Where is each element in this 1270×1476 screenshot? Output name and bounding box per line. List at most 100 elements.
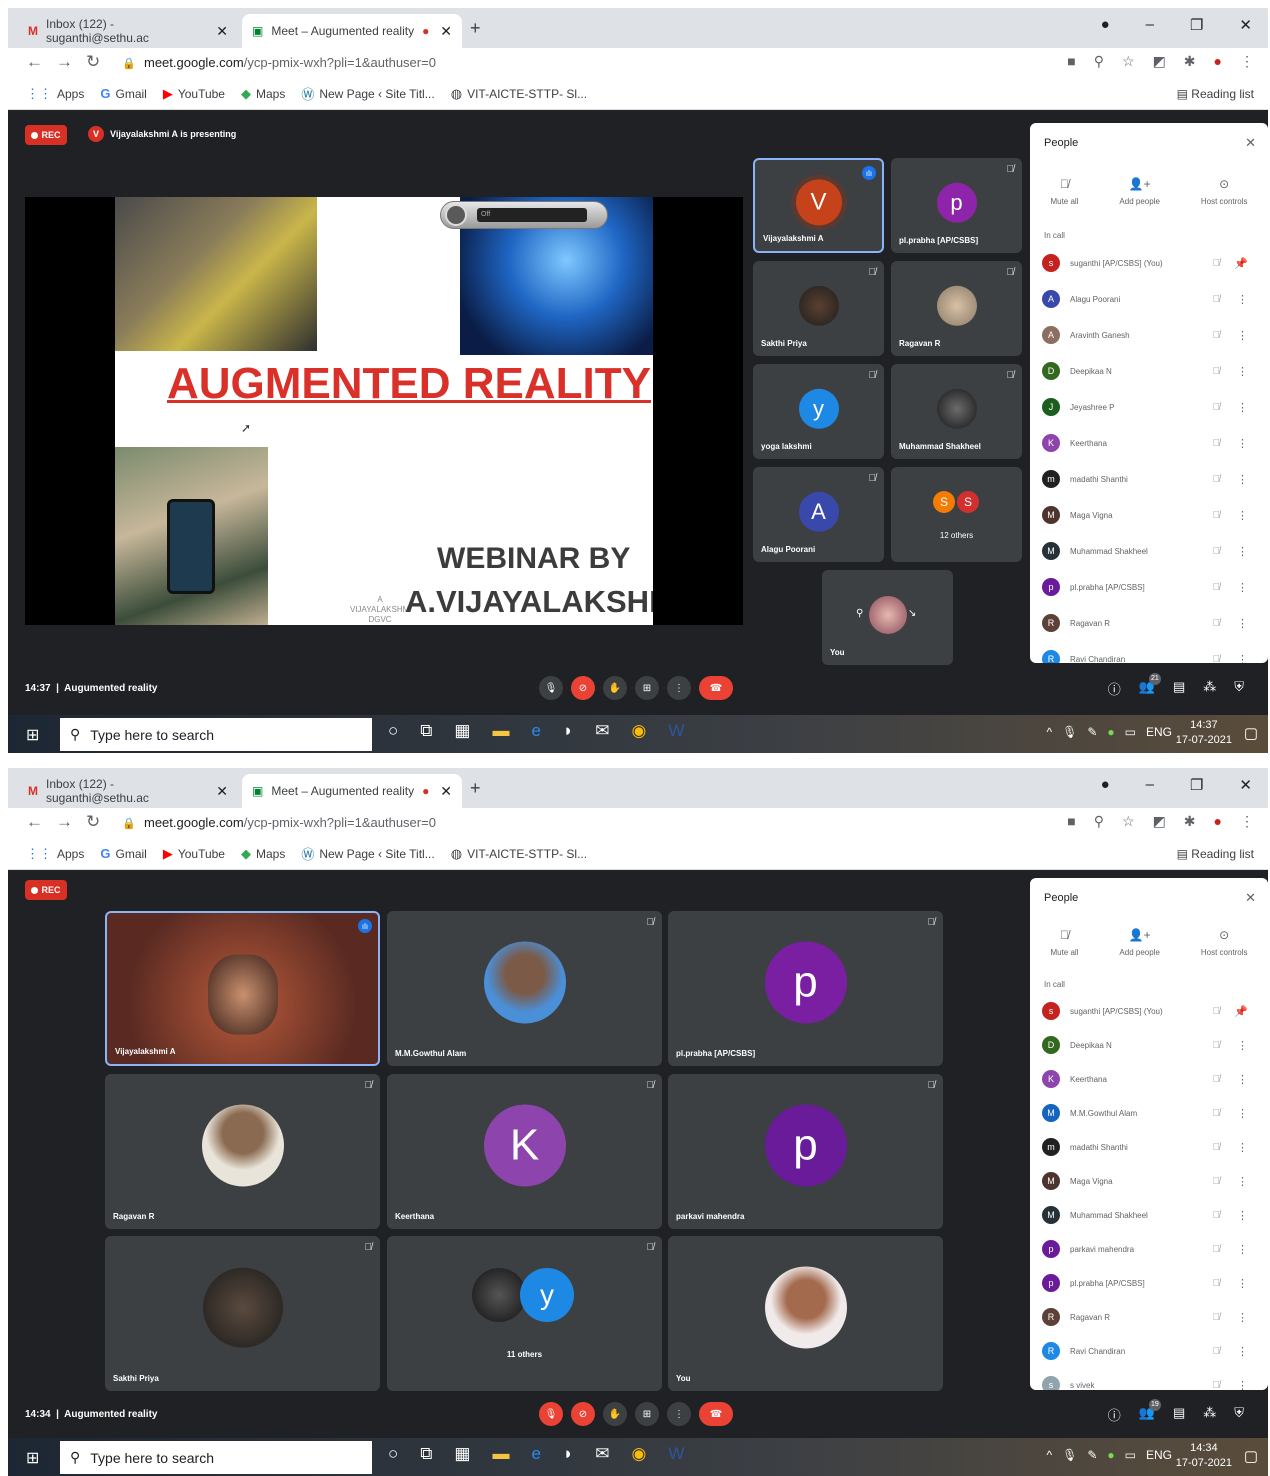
battery-icon[interactable]: ▭ bbox=[1125, 1448, 1136, 1462]
language-indicator[interactable]: ENG bbox=[1146, 725, 1172, 739]
profile-menu-icon[interactable]: ● bbox=[1101, 776, 1110, 794]
participant-row[interactable]: m madathi Shanthi 🎙̸ ⋮ bbox=[1030, 461, 1268, 497]
chat-icon[interactable]: ▤ bbox=[1173, 1405, 1185, 1424]
raise-hand-icon[interactable]: ✋ bbox=[603, 1402, 627, 1426]
participant-row[interactable]: R Ragavan R 🎙̸ ⋮ bbox=[1030, 1300, 1268, 1334]
mic-icon[interactable]: 🎙 bbox=[539, 676, 563, 700]
more-options-icon[interactable]: ⋮ bbox=[1237, 1141, 1248, 1154]
mic-off-icon[interactable]: 🎙̸ bbox=[1213, 1108, 1221, 1119]
more-options-icon[interactable]: ⋮ bbox=[1237, 1345, 1248, 1358]
activities-icon[interactable]: ⁂ bbox=[1203, 1405, 1216, 1424]
mute-all-button[interactable]: 🎙̸ Mute all bbox=[1050, 177, 1078, 206]
participant-tile[interactable]: ılı Vijayalakshmi A bbox=[105, 911, 380, 1066]
participant-tile[interactable]: 🎙̸ Ragavan R bbox=[105, 1074, 380, 1229]
mail-icon[interactable]: ✉ bbox=[595, 721, 609, 741]
bookmark-youtube[interactable]: ▶ YouTube bbox=[163, 846, 225, 862]
participant-tile[interactable]: ılı V Vijayalakshmi A bbox=[753, 158, 884, 253]
more-options-icon[interactable]: ⋮ bbox=[1237, 329, 1248, 342]
taskbar-search[interactable]: ⚲ Type here to search bbox=[60, 1441, 372, 1474]
close-window-icon[interactable]: ✕ bbox=[1239, 16, 1252, 34]
more-options-icon[interactable]: ⋮ bbox=[1237, 401, 1248, 414]
present-screen-icon[interactable]: ⊞ bbox=[635, 1402, 659, 1426]
chrome-icon[interactable]: ◉ bbox=[631, 721, 646, 741]
participant-tile[interactable]: 🎙̸ K Keerthana bbox=[387, 1074, 662, 1229]
mic-off-icon[interactable]: 🎙̸ bbox=[1213, 582, 1221, 593]
notifications-icon[interactable]: ▢ bbox=[1244, 1447, 1258, 1465]
close-panel-icon[interactable]: ✕ bbox=[1245, 135, 1256, 151]
restore-icon[interactable]: ❐ bbox=[1190, 16, 1203, 34]
participant-tile[interactable]: 🎙̸ Muhammad Shakheel bbox=[891, 364, 1022, 459]
participant-row[interactable]: A Aravinth Ganesh 🎙̸ ⋮ bbox=[1030, 317, 1268, 353]
host-shield-icon[interactable]: ⛨ bbox=[1234, 679, 1244, 698]
participant-row[interactable]: A Alagu Poorani 🎙̸ ⋮ bbox=[1030, 281, 1268, 317]
participant-tile[interactable]: 🎙̸ p pl.prabha [AP/CSBS] bbox=[668, 911, 943, 1066]
more-options-icon[interactable]: ⋮ bbox=[1237, 473, 1248, 486]
more-options-icon[interactable]: ⋮ bbox=[1237, 437, 1248, 450]
mail-icon[interactable]: ✉ bbox=[595, 1444, 609, 1464]
raise-hand-icon[interactable]: ✋ bbox=[603, 676, 627, 700]
mic-off-icon[interactable]: 🎙̸ bbox=[1213, 402, 1221, 413]
bookmark-vit[interactable]: ◍ VIT-AICTE-STTP- Sl... bbox=[451, 846, 587, 862]
tab-gmail[interactable]: M Inbox (122) - suganthi@sethu.ac ✕ bbox=[18, 14, 238, 48]
more-options-icon[interactable]: ⋮ bbox=[1237, 293, 1248, 306]
participant-row[interactable]: R Ravi Chandiran 🎙̸ ⋮ bbox=[1030, 1334, 1268, 1368]
app-icon[interactable]: ◗ bbox=[563, 1444, 573, 1464]
windows-start-icon[interactable]: ⊞ bbox=[26, 725, 39, 745]
file-explorer-icon[interactable]: ▬ bbox=[492, 1444, 509, 1464]
host-controls-button[interactable]: ⊙ Host controls bbox=[1201, 177, 1248, 206]
more-options-icon[interactable]: ⋮ bbox=[1237, 617, 1248, 630]
camera-icon[interactable]: ■ bbox=[1067, 53, 1075, 70]
taskbar-clock[interactable]: 14:34 17-07-2021 bbox=[1176, 1441, 1232, 1471]
address-bar[interactable]: meet.google.com/ycp-pmix-wxh?pli=1&authu… bbox=[144, 815, 436, 830]
participant-row[interactable]: M Muhammad Shakheel 🎙̸ ⋮ bbox=[1030, 1198, 1268, 1232]
notifications-icon[interactable]: ▢ bbox=[1244, 724, 1258, 742]
participant-row[interactable]: M Maga Vigna 🎙̸ ⋮ bbox=[1030, 1164, 1268, 1198]
participant-row[interactable]: p pl.prabha [AP/CSBS] 🎙̸ ⋮ bbox=[1030, 569, 1268, 605]
task-view-icon[interactable]: ⧉ bbox=[420, 721, 432, 741]
store-icon[interactable]: ▦ bbox=[454, 721, 470, 741]
participant-tile[interactable]: 🎙̸ A Alagu Poorani bbox=[753, 467, 884, 562]
more-options-icon[interactable]: ⋮ bbox=[1237, 509, 1248, 522]
close-icon[interactable]: ✕ bbox=[216, 23, 228, 40]
reading-list-button[interactable]: ▤ Reading list bbox=[1177, 847, 1254, 861]
people-icon[interactable]: 👥 19 bbox=[1139, 1398, 1161, 1424]
mic-off-icon[interactable]: 🎙̸ bbox=[1213, 546, 1221, 557]
store-icon[interactable]: ▦ bbox=[454, 1444, 470, 1464]
taskbar-clock[interactable]: 14:37 17-07-2021 bbox=[1176, 718, 1232, 748]
bookmark-wordpress[interactable]: Ⓦ New Page ‹ Site Titl... bbox=[301, 84, 434, 103]
file-explorer-icon[interactable]: ▬ bbox=[492, 721, 509, 741]
mic-off-icon[interactable]: 🎙̸ bbox=[1213, 654, 1221, 664]
bookmark-wordpress[interactable]: Ⓦ New Page ‹ Site Titl... bbox=[301, 844, 434, 863]
participant-row[interactable]: s s vivek 🎙̸ ⋮ bbox=[1030, 1368, 1268, 1390]
zoom-icon[interactable]: ⚲ bbox=[1094, 813, 1104, 830]
mic-off-icon[interactable]: 🎙̸ bbox=[1213, 1346, 1221, 1357]
menu-icon[interactable]: ⋮ bbox=[1240, 813, 1254, 830]
participant-tile[interactable]: 🎙̸ Ragavan R bbox=[891, 261, 1022, 356]
mic-off-icon[interactable]: 🎙̸ bbox=[1213, 1176, 1221, 1187]
star-icon[interactable]: ☆ bbox=[1122, 53, 1135, 70]
recorder-knob-icon[interactable] bbox=[445, 204, 467, 226]
mic-off-icon[interactable]: 🎙̸ bbox=[1213, 618, 1221, 629]
chat-icon[interactable]: ▤ bbox=[1173, 679, 1185, 698]
avatar-icon[interactable]: ● bbox=[1214, 53, 1222, 70]
network-icon[interactable]: ● bbox=[1107, 725, 1114, 739]
battery-icon[interactable]: ▭ bbox=[1125, 725, 1136, 739]
more-options-icon[interactable]: ⋮ bbox=[1237, 545, 1248, 558]
bookmark-vit[interactable]: ◍ VIT-AICTE-STTP- Sl... bbox=[451, 86, 587, 102]
reload-icon[interactable]: ↻ bbox=[86, 52, 100, 72]
more-options-icon[interactable]: ⋮ bbox=[1237, 1039, 1248, 1052]
language-indicator[interactable]: ENG bbox=[1146, 1448, 1172, 1462]
host-controls-button[interactable]: ⊙ Host controls bbox=[1201, 928, 1248, 957]
bookmark-maps[interactable]: ◆ Maps bbox=[241, 846, 285, 862]
minimize-icon[interactable]: – bbox=[1146, 776, 1154, 794]
extension-icon[interactable]: ◩ bbox=[1153, 813, 1166, 830]
new-tab-icon[interactable]: + bbox=[470, 778, 481, 799]
mic-off-icon[interactable]: 🎙̸ bbox=[1213, 1380, 1221, 1391]
participant-row[interactable]: M Muhammad Shakheel 🎙̸ ⋮ bbox=[1030, 533, 1268, 569]
participant-row[interactable]: R Ravi Chandiran 🎙̸ ⋮ bbox=[1030, 641, 1268, 663]
word-icon[interactable]: W bbox=[668, 1444, 684, 1464]
menu-icon[interactable]: ⋮ bbox=[1240, 53, 1254, 70]
pen-icon[interactable]: ✎ bbox=[1087, 1448, 1097, 1462]
back-icon[interactable]: ← bbox=[26, 812, 43, 832]
participant-row[interactable]: M M.M.Gowthul Alam 🎙̸ ⋮ bbox=[1030, 1096, 1268, 1130]
